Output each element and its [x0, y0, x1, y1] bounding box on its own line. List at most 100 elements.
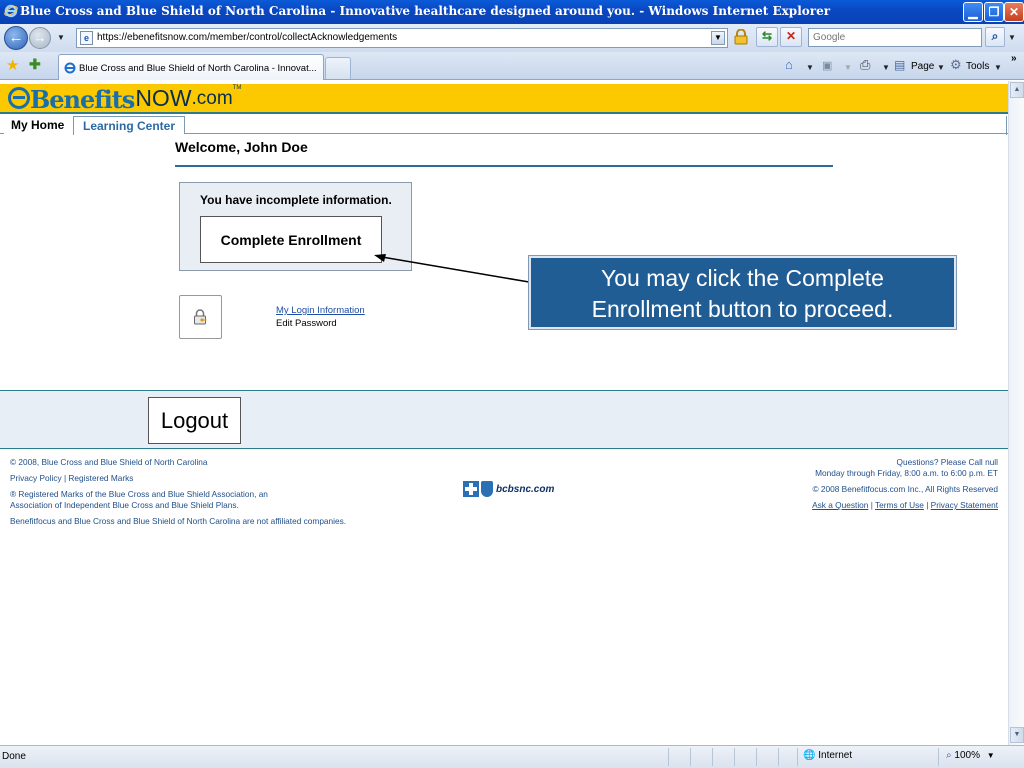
footer-registered-line-2: Association of Independent Blue Cross an…: [10, 500, 239, 510]
logout-button[interactable]: Logout: [148, 397, 241, 444]
url-field[interactable]: e https://ebenefitsnow.com/member/contro…: [76, 28, 728, 48]
stop-icon[interactable]: ✕: [780, 27, 802, 47]
security-zone[interactable]: 🌐 Internet: [803, 750, 852, 761]
ask-a-question-link[interactable]: Ask a Question: [812, 500, 868, 510]
nav-divider: [1006, 116, 1007, 135]
status-separator: [756, 748, 757, 766]
status-text: Done: [2, 751, 26, 762]
status-separator: [938, 748, 939, 766]
zoom-magnifier-icon: ⌕: [946, 750, 952, 761]
security-lock-icon[interactable]: [734, 29, 748, 45]
status-separator: [712, 748, 713, 766]
url-dropdown-icon[interactable]: ▼: [711, 31, 725, 45]
search-input[interactable]: [809, 29, 981, 46]
privacy-statement-link[interactable]: Privacy Statement: [931, 500, 998, 510]
zoom-control[interactable]: ⌕ 100% ▼: [946, 750, 995, 761]
zoom-dropdown-icon[interactable]: ▼: [987, 751, 995, 760]
status-separator: [668, 748, 669, 766]
new-tab-button[interactable]: [325, 57, 351, 79]
home-icon[interactable]: ⌂: [785, 57, 793, 72]
status-separator: [734, 748, 735, 766]
instruction-callout: You may click the Complete Enrollment bu…: [529, 256, 956, 329]
edit-password-text: Edit Password: [276, 318, 337, 329]
tools-dropdown-icon[interactable]: ▼: [994, 63, 1002, 72]
incomplete-info-panel: You have incomplete information. Complet…: [179, 182, 412, 271]
status-separator: [797, 748, 798, 766]
zoom-level: 100%: [954, 750, 980, 761]
blue-cross-icon: [463, 481, 479, 497]
callout-line-2: Enrollment button to proceed.: [591, 296, 894, 322]
zone-label: Internet: [818, 750, 853, 761]
page-dropdown-icon[interactable]: ▼: [937, 63, 945, 72]
page-content: BenefitsNOW.comTM My Home Learning Cente…: [0, 81, 1008, 745]
add-favorites-icon[interactable]: ✚: [29, 56, 41, 73]
feeds-icon[interactable]: ▣: [822, 59, 832, 72]
footer-separator: |: [870, 500, 873, 510]
tools-gear-icon[interactable]: ⚙: [950, 57, 962, 73]
footer-links-right: Ask a Question | Terms of Use | Privacy …: [812, 500, 998, 510]
favorites-star-icon[interactable]: ★: [6, 56, 19, 74]
window-titlebar[interactable]: Blue Cross and Blue Shield of North Caro…: [0, 0, 1024, 24]
toolbar-overflow-icon[interactable]: »: [1011, 53, 1017, 64]
search-options-dropdown-icon[interactable]: ▼: [1008, 33, 1016, 42]
welcome-divider: [175, 165, 833, 167]
lock-key-icon: [194, 309, 207, 325]
registered-marks-link[interactable]: Registered Marks: [68, 473, 133, 483]
print-icon[interactable]: ⎙: [860, 57, 870, 73]
footer-not-affiliated: Benefitfocus and Blue Cross and Blue Shi…: [10, 516, 347, 526]
site-banner: BenefitsNOW.comTM: [0, 84, 1008, 114]
footer-links-left: Privacy Policy | Registered Marks: [10, 473, 133, 483]
tab-active-page[interactable]: Blue Cross and Blue Shield of North Caro…: [58, 54, 324, 80]
status-separator: [778, 748, 779, 766]
footer-copyright: © 2008, Blue Cross and Blue Shield of No…: [10, 457, 208, 467]
vertical-scrollbar[interactable]: ▲ ▼: [1008, 81, 1024, 745]
minimize-button[interactable]: ▁: [963, 2, 983, 22]
page-icon: e: [80, 31, 93, 45]
tab-my-home[interactable]: My Home: [4, 116, 74, 135]
status-bar: Done 🌐 Internet ⌕ 100% ▼: [0, 745, 1024, 768]
back-button[interactable]: ←: [4, 26, 28, 50]
site-nav: My Home Learning Center: [0, 116, 1008, 135]
logout-band: Logout: [0, 390, 1008, 449]
search-icon[interactable]: ⌕: [985, 27, 1005, 47]
close-window-button[interactable]: ✕: [1004, 2, 1024, 22]
print-dropdown-icon[interactable]: ▼: [882, 63, 890, 72]
refresh-icon[interactable]: ⇆: [756, 27, 778, 47]
scroll-down-icon[interactable]: ▼: [1010, 727, 1024, 743]
internet-explorer-icon: [64, 62, 76, 74]
search-field[interactable]: [808, 28, 982, 47]
internet-explorer-icon: [4, 4, 18, 18]
terms-of-use-link[interactable]: Terms of Use: [875, 500, 924, 510]
home-dropdown-icon[interactable]: ▼: [806, 63, 814, 72]
login-info-button[interactable]: [179, 295, 222, 339]
e-logo-icon: [8, 87, 30, 109]
bcbsnc-logo[interactable]: bcbsnc.com: [463, 481, 554, 497]
tab-bar: ★ ✚ Blue Cross and Blue Shield of North …: [0, 52, 1024, 80]
status-separator: [690, 748, 691, 766]
incomplete-message: You have incomplete information.: [200, 193, 392, 207]
window-title: Blue Cross and Blue Shield of North Caro…: [20, 4, 831, 18]
globe-icon: 🌐: [803, 750, 816, 761]
footer-separator: |: [926, 500, 929, 510]
tab-learning-center[interactable]: Learning Center: [74, 116, 185, 134]
page-menu[interactable]: Page: [911, 61, 934, 72]
blue-shield-icon: [481, 481, 493, 497]
restore-button[interactable]: ❐: [984, 2, 1004, 22]
footer-hours: Monday through Friday, 8:00 a.m. to 6:00…: [815, 468, 998, 478]
my-login-information-link[interactable]: My Login Information: [276, 305, 365, 316]
page-menu-icon[interactable]: ▤: [894, 58, 905, 72]
scroll-up-icon[interactable]: ▲: [1010, 82, 1024, 98]
footer-separator: |: [63, 473, 67, 483]
tab-title: Blue Cross and Blue Shield of North Caro…: [79, 63, 317, 74]
feeds-dropdown-icon[interactable]: ▼: [844, 63, 852, 72]
welcome-heading: Welcome, John Doe: [175, 139, 308, 155]
tools-menu[interactable]: Tools: [966, 61, 989, 72]
forward-button[interactable]: →: [29, 27, 51, 49]
history-dropdown-icon[interactable]: ▼: [57, 33, 65, 42]
benefitsnow-logo[interactable]: BenefitsNOW.comTM: [8, 85, 241, 114]
callout-line-1: You may click the Complete: [601, 265, 884, 291]
privacy-policy-link[interactable]: Privacy Policy: [10, 473, 62, 483]
footer-questions: Questions? Please Call null: [896, 457, 998, 467]
complete-enrollment-button[interactable]: Complete Enrollment: [200, 216, 382, 263]
footer-registered-line-1: ® Registered Marks of the Blue Cross and…: [10, 489, 268, 499]
